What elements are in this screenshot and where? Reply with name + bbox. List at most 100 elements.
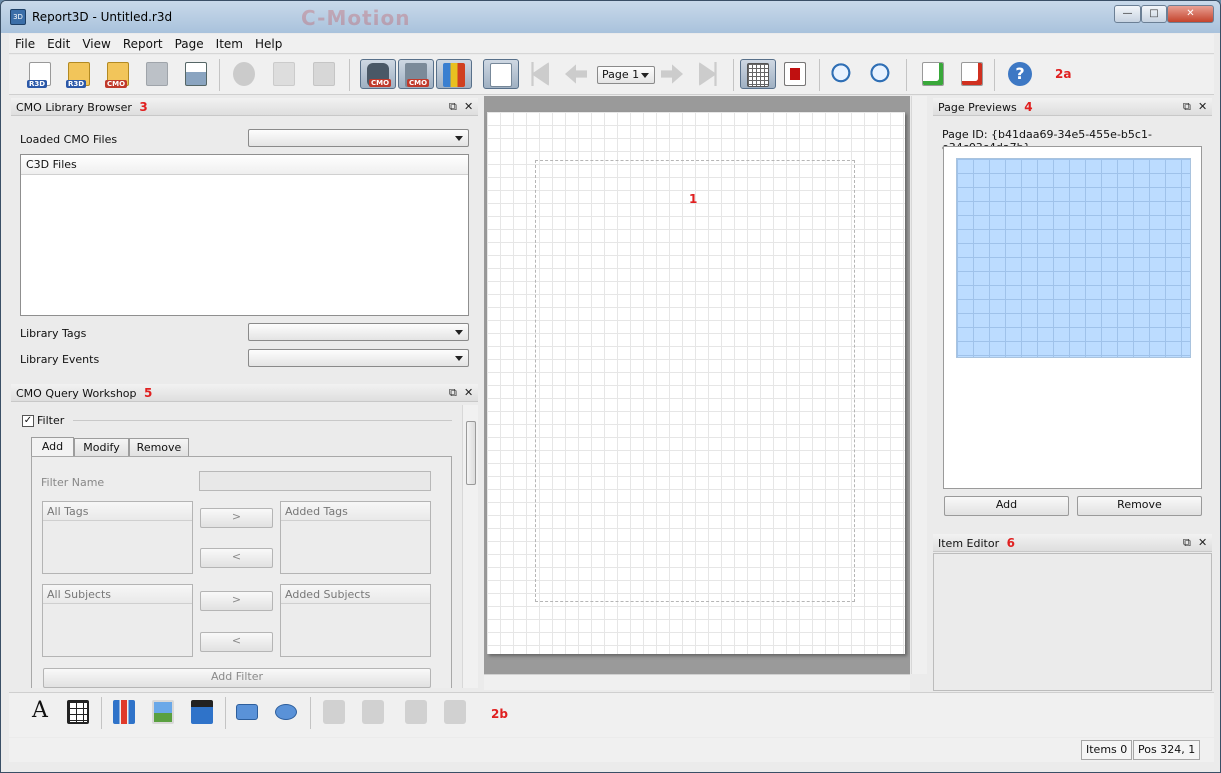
bring-forward-button[interactable]	[401, 697, 431, 727]
cmo-browser-toggle[interactable]: CMO	[360, 59, 396, 89]
added-subjects-list[interactable]: Added Subjects	[280, 584, 431, 657]
remove-subject-button[interactable]: <	[200, 632, 273, 652]
float-panel-icon[interactable]: ⧉	[449, 384, 457, 402]
delete-page-button[interactable]	[957, 59, 987, 89]
all-tags-list[interactable]: All Tags	[42, 501, 193, 574]
annotation-3: 3	[139, 100, 148, 114]
close-panel-icon[interactable]: ✕	[464, 98, 473, 116]
add-page-preview-button[interactable]: Add	[944, 496, 1069, 516]
zoom-out-icon	[870, 62, 892, 86]
item-editor-panel	[933, 553, 1212, 691]
cut-button[interactable]	[229, 59, 259, 89]
menu-help[interactable]: Help	[249, 34, 288, 54]
menu-report[interactable]: Report	[117, 34, 169, 54]
bring-to-front-button[interactable]	[319, 697, 349, 727]
page-view-toggle[interactable]	[483, 59, 519, 89]
report-page[interactable]: 1	[487, 112, 905, 654]
filter-checkbox[interactable]: ✓	[22, 415, 34, 427]
print-button[interactable]	[181, 59, 211, 89]
remove-tag-button[interactable]: <	[200, 548, 273, 568]
minimize-button[interactable]: —	[1114, 5, 1141, 23]
rectangle-item-button[interactable]	[232, 697, 262, 727]
open-cmo-button[interactable]: CMO	[103, 59, 133, 89]
added-tags-list[interactable]: Added Tags	[280, 501, 431, 574]
canvas-vertical-scrollbar[interactable]	[911, 96, 927, 674]
maximize-button[interactable]: □	[1141, 5, 1167, 23]
r3d-label: R3D	[66, 80, 87, 88]
text-item-button[interactable]: A	[25, 697, 55, 727]
grid-toggle[interactable]	[740, 59, 776, 89]
library-tags-select[interactable]	[248, 323, 469, 341]
cmo-query-toggle[interactable]: CMO	[398, 59, 434, 89]
library-events-select[interactable]	[248, 349, 469, 367]
snap-grid-icon	[784, 62, 806, 86]
paste-button[interactable]	[309, 59, 339, 89]
close-panel-icon[interactable]: ✕	[464, 384, 473, 402]
remove-page-preview-button[interactable]: Remove	[1077, 496, 1202, 516]
first-page-button[interactable]	[523, 59, 553, 89]
float-panel-icon[interactable]: ⧉	[449, 98, 457, 116]
library-browser-panel: Loaded CMO Files C3D Files Library Tags …	[11, 117, 478, 379]
close-panel-icon[interactable]: ✕	[1198, 534, 1207, 552]
help-button[interactable]: ?	[1005, 59, 1035, 89]
last-page-button[interactable]	[695, 59, 725, 89]
page-thumbnail[interactable]	[956, 158, 1191, 358]
item-toolbar: A 2b	[9, 692, 1214, 737]
tab-remove[interactable]: Remove	[129, 438, 189, 457]
scrollbar-thumb[interactable]	[466, 421, 476, 485]
open-report-button[interactable]: R3D	[64, 59, 94, 89]
menu-view[interactable]: View	[76, 34, 116, 54]
save-button[interactable]	[142, 59, 172, 89]
item-editor-toggle[interactable]	[436, 59, 472, 89]
float-panel-icon[interactable]: ⧉	[1183, 98, 1191, 116]
snap-grid-button[interactable]	[780, 59, 810, 89]
close-button[interactable]: ✕	[1167, 5, 1214, 23]
ellipse-item-button[interactable]	[271, 697, 301, 727]
zoom-out-button[interactable]	[866, 59, 896, 89]
prev-page-button[interactable]	[561, 59, 591, 89]
close-panel-icon[interactable]: ✕	[1198, 98, 1207, 116]
next-page-button[interactable]	[657, 59, 687, 89]
c3d-files-list[interactable]: C3D Files	[20, 154, 469, 316]
send-back-icon	[362, 700, 384, 724]
annotation-6: 6	[1006, 536, 1015, 550]
tab-add[interactable]: Add	[31, 437, 74, 457]
toolbar-separator	[225, 697, 226, 729]
tab-modify[interactable]: Modify	[74, 438, 129, 457]
menu-file[interactable]: File	[9, 34, 41, 54]
new-report-button[interactable]: R3D	[25, 59, 55, 89]
r3d-label: R3D	[27, 80, 48, 88]
toolbar-separator	[219, 59, 220, 91]
page-select[interactable]: Page 1	[597, 66, 655, 84]
float-panel-icon[interactable]: ⧉	[1183, 534, 1191, 552]
image-item-button[interactable]	[148, 697, 178, 727]
items-count: Items 0	[1081, 740, 1133, 760]
query-scrollbar[interactable]	[462, 405, 478, 688]
app-icon: 3D	[10, 9, 26, 25]
loaded-cmo-select[interactable]	[248, 129, 469, 147]
table-item-button[interactable]	[63, 697, 93, 727]
menu-edit[interactable]: Edit	[41, 34, 76, 54]
filter-name-input[interactable]	[199, 471, 431, 491]
canvas-horizontal-scrollbar[interactable]	[484, 674, 910, 690]
library-tags-label: Library Tags	[20, 327, 87, 340]
menu-page[interactable]: Page	[169, 34, 210, 54]
arrow-right-icon	[661, 64, 683, 84]
page-previews-title: Page Previews	[938, 101, 1017, 114]
add-tag-button[interactable]: >	[200, 508, 273, 528]
all-subjects-list[interactable]: All Subjects	[42, 584, 193, 657]
zoom-in-button[interactable]	[827, 59, 857, 89]
send-to-back-button[interactable]	[358, 697, 388, 727]
add-page-button[interactable]	[918, 59, 948, 89]
toolbar-separator	[906, 59, 907, 91]
menu-item[interactable]: Item	[210, 34, 249, 54]
chart-item-button[interactable]	[109, 697, 139, 727]
window-title: Report3D - Untitled.r3d	[32, 10, 173, 24]
video-item-button[interactable]	[187, 697, 217, 727]
rectangle-icon	[236, 704, 258, 720]
add-filter-button[interactable]: Add Filter	[43, 668, 431, 688]
send-backward-button[interactable]	[440, 697, 470, 727]
pencil-chart-icon	[443, 63, 465, 87]
add-subject-button[interactable]: >	[200, 591, 273, 611]
copy-button[interactable]	[269, 59, 299, 89]
